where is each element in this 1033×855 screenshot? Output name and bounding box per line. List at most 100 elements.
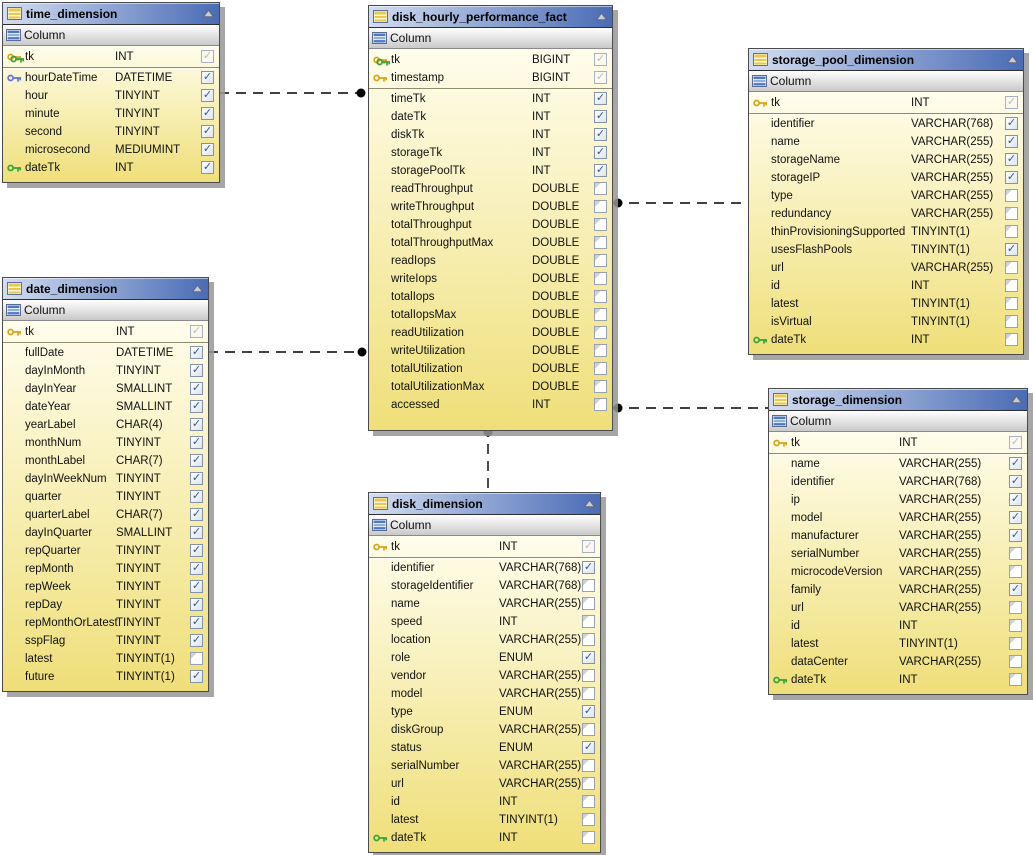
column-row[interactable]: repWeek TINYINT ✓ [3, 578, 208, 596]
column-row[interactable]: totalThroughputMax DOUBLE [369, 234, 612, 252]
not-null-checkbox[interactable]: ✓ [582, 651, 595, 664]
columns-section-header[interactable]: Column [769, 411, 1027, 432]
not-null-checkbox[interactable] [1005, 225, 1018, 238]
column-row[interactable]: timeTk INT ✓ [369, 90, 612, 108]
not-null-checkbox[interactable]: ✓ [582, 540, 595, 553]
column-row[interactable]: totalIops DOUBLE [369, 288, 612, 306]
table-disk_hourly_performance_fact[interactable]: disk_hourly_performance_fact Column tk BIGI… [368, 5, 613, 431]
column-row[interactable]: quarterLabel CHAR(7) ✓ [3, 506, 208, 524]
not-null-checkbox[interactable]: ✓ [1009, 511, 1022, 524]
relationship-time_dimension-to-disk_hourly_performance_fact[interactable] [219, 88, 366, 98]
column-row[interactable]: identifier VARCHAR(768) ✓ [749, 115, 1023, 133]
table-title-bar[interactable]: disk_dimension [369, 493, 600, 515]
column-row[interactable]: diskGroup VARCHAR(255) [369, 721, 600, 739]
column-row[interactable]: dateTk INT [369, 829, 600, 847]
not-null-checkbox[interactable] [594, 326, 607, 339]
column-row[interactable]: model VARCHAR(255) ✓ [769, 509, 1027, 527]
not-null-checkbox[interactable]: ✓ [190, 346, 203, 359]
column-row[interactable]: minute TINYINT ✓ [3, 105, 219, 123]
not-null-checkbox[interactable] [582, 831, 595, 844]
not-null-checkbox[interactable]: ✓ [201, 107, 214, 120]
table-date_dimension[interactable]: date_dimension Column tk INT ✓ fullDate DATETI… [2, 277, 209, 692]
not-null-checkbox[interactable] [582, 813, 595, 826]
not-null-checkbox[interactable]: ✓ [1009, 475, 1022, 488]
columns-section-header[interactable]: Column [749, 71, 1023, 92]
not-null-checkbox[interactable]: ✓ [190, 364, 203, 377]
column-row[interactable]: dateTk INT ✓ [3, 159, 219, 177]
column-row[interactable]: accessed INT [369, 396, 612, 414]
columns-section-header[interactable]: Column [3, 25, 219, 46]
not-null-checkbox[interactable]: ✓ [190, 436, 203, 449]
not-null-checkbox[interactable]: ✓ [190, 418, 203, 431]
relationship-disk_hourly_performance_fact-to-storage_pool_dimension[interactable] [612, 198, 748, 208]
not-null-checkbox[interactable]: ✓ [582, 561, 595, 574]
not-null-checkbox[interactable] [582, 669, 595, 682]
not-null-checkbox[interactable]: ✓ [190, 544, 203, 557]
column-row[interactable]: tk INT ✓ [369, 538, 600, 556]
column-row[interactable]: future TINYINT(1) ✓ [3, 668, 208, 686]
not-null-checkbox[interactable]: ✓ [190, 400, 203, 413]
column-row[interactable]: id INT [769, 617, 1027, 635]
column-row[interactable]: storageName VARCHAR(255) ✓ [749, 151, 1023, 169]
not-null-checkbox[interactable] [582, 777, 595, 790]
column-row[interactable]: quarter TINYINT ✓ [3, 488, 208, 506]
not-null-checkbox[interactable]: ✓ [1009, 493, 1022, 506]
not-null-checkbox[interactable] [582, 633, 595, 646]
column-row[interactable]: url VARCHAR(255) [769, 599, 1027, 617]
column-row[interactable]: vendor VARCHAR(255) [369, 667, 600, 685]
column-row[interactable]: dateTk INT ✓ [369, 108, 612, 126]
column-row[interactable]: readThroughput DOUBLE [369, 180, 612, 198]
not-null-checkbox[interactable] [594, 236, 607, 249]
column-row[interactable]: tk INT ✓ [749, 94, 1023, 112]
not-null-checkbox[interactable]: ✓ [594, 71, 607, 84]
not-null-checkbox[interactable]: ✓ [190, 634, 203, 647]
column-row[interactable]: totalIopsMax DOUBLE [369, 306, 612, 324]
not-null-checkbox[interactable]: ✓ [1005, 117, 1018, 130]
collapse-button[interactable] [191, 284, 204, 293]
table-time_dimension[interactable]: time_dimension Column tk INT ✓ hourDateTime DA… [2, 2, 220, 183]
column-row[interactable]: storageIP VARCHAR(255) ✓ [749, 169, 1023, 187]
column-row[interactable]: sspFlag TINYINT ✓ [3, 632, 208, 650]
column-row[interactable]: latest TINYINT(1) [369, 811, 600, 829]
column-row[interactable]: storagePoolTk INT ✓ [369, 162, 612, 180]
not-null-checkbox[interactable]: ✓ [1005, 153, 1018, 166]
column-row[interactable]: thinProvisioningSupported TINYINT(1) [749, 223, 1023, 241]
not-null-checkbox[interactable]: ✓ [190, 382, 203, 395]
column-row[interactable]: hour TINYINT ✓ [3, 87, 219, 105]
column-row[interactable]: name VARCHAR(255) ✓ [749, 133, 1023, 151]
column-row[interactable]: timestamp BIGINT ✓ [369, 69, 612, 87]
not-null-checkbox[interactable]: ✓ [201, 161, 214, 174]
not-null-checkbox[interactable]: ✓ [190, 616, 203, 629]
column-row[interactable]: url VARCHAR(255) [749, 259, 1023, 277]
column-row[interactable]: type ENUM ✓ [369, 703, 600, 721]
table-title-bar[interactable]: storage_dimension [769, 389, 1027, 411]
not-null-checkbox[interactable] [582, 795, 595, 808]
not-null-checkbox[interactable] [1005, 315, 1018, 328]
not-null-checkbox[interactable] [582, 687, 595, 700]
column-row[interactable]: location VARCHAR(255) [369, 631, 600, 649]
column-row[interactable]: latest TINYINT(1) [769, 635, 1027, 653]
not-null-checkbox[interactable] [594, 182, 607, 195]
column-row[interactable]: tk INT ✓ [769, 434, 1027, 452]
column-row[interactable]: model VARCHAR(255) [369, 685, 600, 703]
column-row[interactable]: dayInYear SMALLINT ✓ [3, 380, 208, 398]
not-null-checkbox[interactable] [594, 308, 607, 321]
not-null-checkbox[interactable] [1009, 655, 1022, 668]
not-null-checkbox[interactable] [1009, 619, 1022, 632]
not-null-checkbox[interactable] [594, 344, 607, 357]
column-row[interactable]: microcodeVersion VARCHAR(255) [769, 563, 1027, 581]
relationship-date_dimension-to-disk_hourly_performance_fact[interactable] [208, 347, 367, 357]
relationship-disk_hourly_performance_fact-to-disk_dimension[interactable] [483, 427, 493, 492]
column-row[interactable]: hourDateTime DATETIME ✓ [3, 69, 219, 87]
not-null-checkbox[interactable] [1005, 279, 1018, 292]
column-row[interactable]: usesFlashPools TINYINT(1) ✓ [749, 241, 1023, 259]
column-row[interactable]: second TINYINT ✓ [3, 123, 219, 141]
column-row[interactable]: latest TINYINT(1) [3, 650, 208, 668]
column-row[interactable]: dateYear SMALLINT ✓ [3, 398, 208, 416]
column-row[interactable]: writeThroughput DOUBLE [369, 198, 612, 216]
not-null-checkbox[interactable]: ✓ [1005, 243, 1018, 256]
relationship-disk_hourly_performance_fact-to-storage_dimension[interactable] [612, 403, 768, 413]
not-null-checkbox[interactable] [1009, 565, 1022, 578]
not-null-checkbox[interactable]: ✓ [190, 562, 203, 575]
column-row[interactable]: totalThroughput DOUBLE [369, 216, 612, 234]
